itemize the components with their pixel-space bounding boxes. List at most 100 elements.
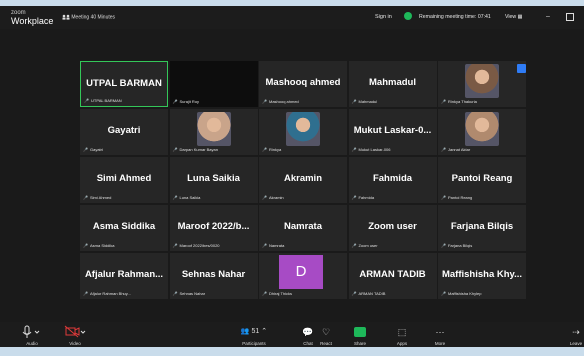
- participant-name: Zoom user: [368, 221, 417, 232]
- minimize-icon[interactable]: –: [546, 13, 550, 20]
- participant-tile[interactable]: 🎤 Rinkya: [259, 109, 347, 155]
- share-icon: [354, 327, 366, 337]
- participant-tile[interactable]: Gayatri 🎤 Gayatri: [80, 109, 168, 155]
- participant-name: Namrata: [283, 221, 323, 232]
- sign-in-link[interactable]: Sign in: [375, 14, 392, 20]
- participant-tag: 🎤 Gayatri: [83, 147, 103, 152]
- participant-tag-label: Sehnas Nahar: [179, 291, 206, 296]
- meeting-info-icon: [62, 14, 70, 20]
- view-button[interactable]: View ▦: [505, 14, 523, 20]
- participants-button[interactable]: 👥 51 ⌃ Participants: [230, 324, 278, 346]
- grid-view-icon: ▦: [517, 14, 523, 20]
- participants-count: 51: [251, 328, 260, 335]
- participant-tag-label: ARMAN TADIB: [358, 291, 386, 296]
- participant-tag-label: Luna Saikia: [179, 195, 201, 200]
- participant-tag-label: Maroof 2022/bes/0020: [179, 243, 220, 248]
- participant-tile[interactable]: Simi Ahmed 🎤 Simi Ahmed: [80, 157, 168, 203]
- participant-tile[interactable]: Pantoi Reang 🎤 Pantoi Reang: [438, 157, 526, 203]
- participant-name: Fahmida: [372, 173, 413, 184]
- audio-button[interactable]: Audio: [12, 324, 52, 346]
- video-label: Video: [69, 341, 81, 346]
- participant-tile[interactable]: Zoom user 🎤 Zoom user: [348, 205, 437, 251]
- participant-tag: 🎤 Maffishisha Khylep: [441, 291, 481, 296]
- muted-mic-icon: 🎤: [351, 243, 357, 248]
- muted-mic-icon: 🎤: [83, 291, 88, 296]
- maximize-icon[interactable]: [566, 13, 574, 21]
- video-button[interactable]: Video: [55, 324, 95, 346]
- participant-tile[interactable]: Farjana Bilqis 🎤 Farjana Bilqis: [438, 205, 526, 251]
- participant-name: Asma Siddika: [92, 221, 156, 232]
- participant-tag-label: Jannat Aktar: [447, 147, 471, 152]
- muted-mic-icon: 🎤: [172, 99, 178, 104]
- participant-tile[interactable]: Maffishisha Khy... 🎤 Maffishisha Khylep: [438, 253, 526, 299]
- muted-mic-icon: 🎤: [83, 195, 88, 200]
- participant-tag-label: Dhiraj Thicks: [268, 291, 293, 296]
- participant-tile[interactable]: 🎤 Rinkya Thakuria: [438, 61, 526, 107]
- participant-name: Gayatri: [107, 125, 141, 136]
- participant-tag: 🎤 ARMAN TADIB: [352, 291, 386, 296]
- participant-tag: 🎤 Luna Saikia: [173, 195, 201, 200]
- participant-tag: 🎤 Zoom user: [352, 243, 378, 248]
- participant-tile[interactable]: Asma Siddika 🎤 Asma Siddika: [80, 205, 168, 251]
- microphone-icon: [22, 325, 40, 338]
- participant-tile[interactable]: Luna Saikia 🎤 Luna Saikia: [169, 157, 258, 203]
- expand-icon[interactable]: [517, 64, 526, 73]
- participant-tag: 🎤 Rinkya Thakuria: [441, 99, 477, 104]
- participant-tile[interactable]: D 🎤 Dhiraj Thicks: [259, 253, 347, 299]
- share-button[interactable]: Share: [340, 324, 380, 346]
- participant-tile[interactable]: UTPAL BARMAN 🎤 UTPAL BARMAN: [80, 61, 168, 107]
- muted-mic-icon: 🎤: [351, 147, 357, 152]
- muted-mic-icon: 🎤: [172, 195, 178, 200]
- shield-icon[interactable]: [404, 12, 412, 20]
- participant-tag-label: Asma Siddika: [89, 243, 115, 248]
- participant-tag-label: UTPAL BARMAN: [90, 98, 122, 103]
- participant-tag: 🎤 Pantoi Reang: [441, 195, 472, 200]
- participant-tag-label: Farjana Bilqis: [447, 243, 473, 248]
- participant-tile[interactable]: Fahmida 🎤 Fahmida: [348, 157, 437, 203]
- participant-tag: 🎤 Jannat Aktar: [441, 147, 470, 152]
- muted-mic-icon: 🎤: [441, 99, 446, 104]
- participant-video: [465, 112, 499, 146]
- participant-tile[interactable]: Afjalur Rahman... 🎤 Afjalur Rahman Bhuy...: [80, 253, 168, 299]
- participant-name: Maffishisha Khy...: [441, 269, 523, 280]
- participant-tag: 🎤 Asma Siddika: [83, 243, 114, 248]
- muted-mic-icon: 🎤: [172, 243, 178, 248]
- participant-tile[interactable]: 🎤 Jannat Aktar: [438, 109, 526, 155]
- participant-tag: 🎤 Akramin: [262, 195, 284, 200]
- participant-tag-label: Afjalur Rahman Bhuy...: [89, 291, 131, 296]
- participant-tag-label: Mashooq ahmed: [268, 99, 299, 104]
- participant-tag: 🎤 UTPAL BARMAN: [84, 98, 122, 103]
- participant-tag-label: Fahmida: [358, 195, 375, 200]
- participant-tile[interactable]: Maroof 2022/b... 🎤 Maroof 2022/bes/0020: [169, 205, 258, 251]
- participant-tag-label: Zoom user: [358, 243, 378, 248]
- muted-mic-icon: 🎤: [83, 147, 88, 152]
- participant-name: Sehnas Nahar: [181, 269, 246, 280]
- participant-tile[interactable]: Akramin 🎤 Akramin: [259, 157, 347, 203]
- participant-tile[interactable]: 🎤 Darpan Kumar Bayan: [169, 109, 258, 155]
- leave-button[interactable]: ⇢ Leave: [556, 324, 584, 346]
- participant-tile[interactable]: Sehnas Nahar 🎤 Sehnas Nahar: [169, 253, 258, 299]
- participant-tile[interactable]: Namrata 🎤 Namrata: [259, 205, 347, 251]
- participant-tag-label: Namrata: [268, 243, 285, 248]
- audio-label: Audio: [26, 341, 38, 346]
- apps-button[interactable]: ⬚ Apps: [382, 324, 422, 346]
- participant-tag: 🎤 Mukut Laskar-006: [352, 147, 391, 152]
- view-label: View: [505, 14, 517, 20]
- muted-mic-icon: 🎤: [441, 195, 446, 200]
- participant-tile[interactable]: ARMAN TADIB 🎤 ARMAN TADIB: [348, 253, 437, 299]
- participant-grid: UTPAL BARMAN 🎤 UTPAL BARMAN 🎤 Surajit Roy Mas…: [80, 61, 526, 301]
- participant-tile[interactable]: 🎤 Surajit Roy: [169, 61, 258, 107]
- muted-mic-icon: 🎤: [351, 195, 357, 200]
- participant-name: Simi Ahmed: [96, 173, 152, 184]
- participant-tag: 🎤 Mashooq ahmed: [262, 99, 299, 104]
- muted-mic-icon: 🎤: [262, 243, 267, 248]
- participant-tile[interactable]: Mukut Laskar-0... 🎤 Mukut Laskar-006: [348, 109, 437, 155]
- more-button[interactable]: ⋯ More: [420, 324, 460, 346]
- meeting-info[interactable]: Meeting 40 Minutes: [62, 14, 115, 20]
- participant-tile[interactable]: Mahmadul 🎤 Mahmadul: [348, 61, 437, 107]
- participant-avatar: D: [279, 255, 323, 289]
- participant-tag-label: Mukut Laskar-006: [358, 147, 391, 152]
- participant-name: ARMAN TADIB: [359, 269, 426, 280]
- muted-mic-icon: 🎤: [351, 99, 357, 104]
- participant-tile[interactable]: Mashooq ahmed 🎤 Mashooq ahmed: [259, 61, 347, 107]
